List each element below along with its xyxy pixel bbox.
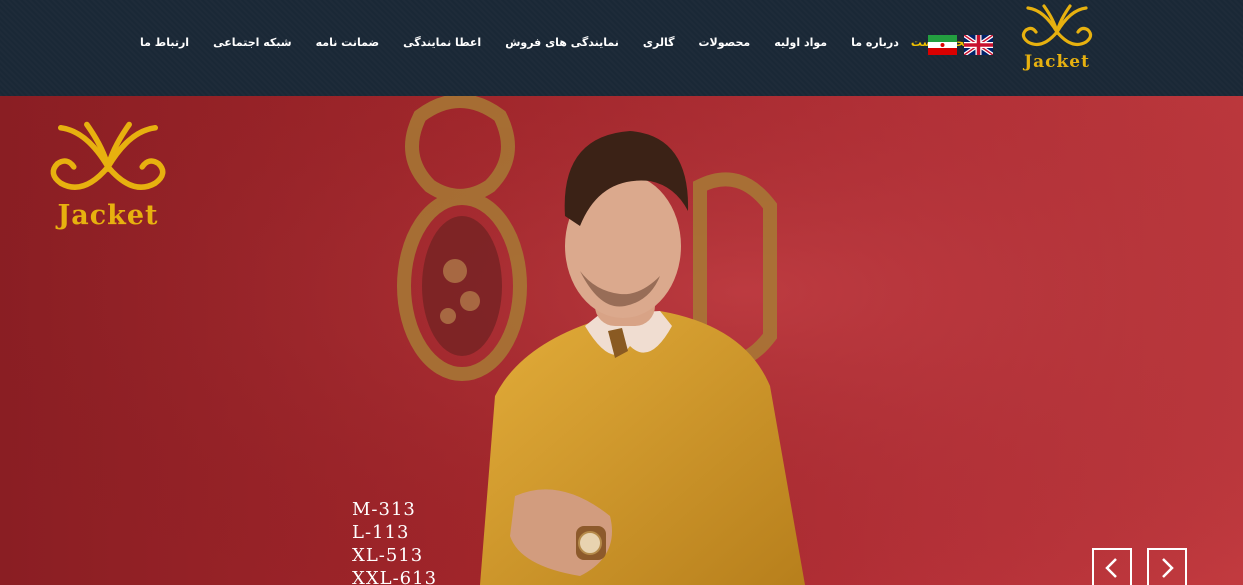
- nav-warranty[interactable]: ضمانت نامه: [316, 34, 379, 52]
- size-item: M-313: [352, 499, 416, 520]
- nav-about[interactable]: درباره ما: [851, 34, 899, 52]
- jacket-emblem-icon: [1021, 4, 1093, 46]
- size-item: XL-513: [352, 545, 424, 566]
- slider-prev-button[interactable]: [1092, 548, 1132, 585]
- size-list: M-313 L-113 XL-513 XXL-613: [352, 498, 437, 585]
- hero-logo: Jacket: [30, 118, 186, 238]
- nav-products[interactable]: محصولات: [699, 34, 751, 52]
- uk-flag-icon[interactable]: [964, 35, 993, 55]
- slider-next-button[interactable]: [1147, 548, 1187, 585]
- chevron-left-icon: [1105, 558, 1117, 578]
- nav-agency[interactable]: اعطا نمایندگی: [403, 34, 481, 52]
- header-logo-text: Jacket: [1024, 52, 1090, 72]
- hero-logo-text: Jacket: [57, 200, 159, 231]
- nav-materials[interactable]: مواد اولیه: [774, 34, 827, 52]
- nav-gallery[interactable]: گالری: [643, 34, 675, 52]
- hero-photo: [0, 96, 1243, 585]
- nav-contact[interactable]: ارتباط ما: [140, 34, 189, 52]
- site-header: ارتباط ما شبکه اجتماعی ضمانت نامه اعطا ن…: [0, 0, 1243, 96]
- nav-dealers[interactable]: نمایندگی های فروش: [505, 34, 619, 52]
- nav-social[interactable]: شبکه اجتماعی: [213, 34, 292, 52]
- chevron-right-icon: [1162, 558, 1174, 578]
- header-logo[interactable]: Jacket: [1014, 2, 1100, 74]
- hero-slider: Jacket M-313 L-113 XL-513 XXL-613: [0, 96, 1243, 585]
- main-nav: ارتباط ما شبکه اجتماعی ضمانت نامه اعطا ن…: [140, 34, 983, 52]
- size-item: XXL-613: [352, 568, 438, 585]
- iran-flag-icon[interactable]: [928, 35, 957, 55]
- size-item: L-113: [352, 522, 410, 543]
- jacket-emblem-icon: [50, 121, 166, 190]
